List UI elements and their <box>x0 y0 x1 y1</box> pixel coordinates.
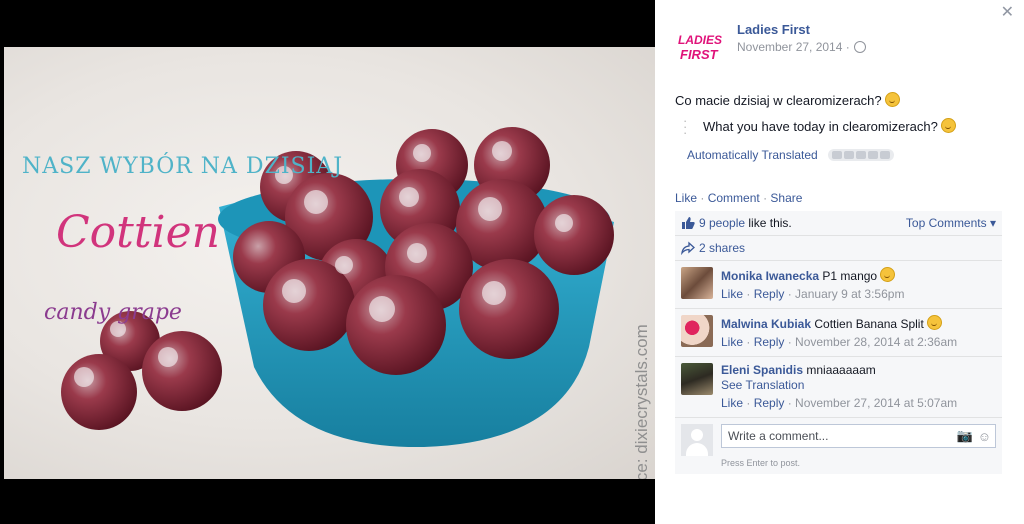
comment-like-button[interactable]: Like <box>721 335 743 349</box>
avatar[interactable] <box>681 363 713 395</box>
comment-text: Cottien Banana Split <box>814 317 924 331</box>
post-detail-pane: ✕ LADIES FIRST Ladies First November 27,… <box>655 0 1024 524</box>
post-message: Co macie dzisiaj w clearomizerach? <box>675 92 901 108</box>
post-actions: Like · Comment · Share <box>675 191 803 205</box>
comment-author[interactable]: Eleni Spanidis <box>721 363 803 377</box>
comment-author[interactable]: Monika Iwanecka <box>721 269 819 283</box>
smile-emoji-icon <box>880 267 896 282</box>
comment-text: mniaaaaaam <box>806 363 876 377</box>
comment-timestamp[interactable]: November 27, 2014 at 5:07am <box>795 396 957 410</box>
page-logo[interactable]: LADIES FIRST <box>675 26 725 68</box>
comment-input[interactable] <box>726 428 952 444</box>
top-comments-label: Top Comments <box>905 216 987 230</box>
thumbs-up-icon <box>682 217 695 229</box>
comment-text: P1 mango <box>822 269 878 283</box>
ufi-panel: 9 people like this. Top Comments ▾ 2 sha… <box>675 211 1002 474</box>
see-translation-link[interactable]: See Translation <box>721 378 804 392</box>
comment-like-button[interactable]: Like <box>721 396 743 410</box>
comment-author[interactable]: Malwina Kubiak <box>721 317 811 331</box>
like-button[interactable]: Like <box>675 191 697 205</box>
photo-subtitle: candy grape <box>44 300 182 325</box>
comment-reply-button[interactable]: Reply <box>754 396 785 410</box>
post-text: Co macie dzisiaj w clearomizerach? <box>675 93 882 108</box>
avatar <box>681 424 713 456</box>
likes-row: 9 people like this. Top Comments ▾ <box>675 211 1002 236</box>
auto-translated-row: Automatically Translated <box>687 148 894 162</box>
avatar[interactable] <box>681 267 713 299</box>
page-name-link[interactable]: Ladies First <box>737 22 810 37</box>
auto-translated-link[interactable]: Automatically Translated <box>687 148 818 162</box>
grapes-illustration <box>61 127 614 448</box>
close-icon[interactable]: ✕ <box>1001 2 1014 22</box>
translation-rating[interactable] <box>827 149 894 161</box>
likes-count-link[interactable]: 9 people <box>699 216 745 230</box>
likes-suffix: like this. <box>748 216 792 230</box>
avatar[interactable] <box>681 315 713 347</box>
top-comments-dropdown[interactable]: Top Comments ▾ <box>906 216 996 230</box>
photo-viewer: NASZ WYBÓR NA DZISIAJ Cottien candy grap… <box>0 0 655 524</box>
comment-button[interactable]: Comment <box>708 191 760 205</box>
globe-icon <box>853 41 866 53</box>
translated-text: What you have today in clearomizerach? <box>703 119 938 134</box>
shares-link[interactable]: 2 shares <box>699 241 745 255</box>
photo-title: NASZ WYBÓR NA DZISIAJ <box>22 154 344 179</box>
share-button[interactable]: Share <box>770 191 802 205</box>
smile-emoji-icon <box>885 92 901 107</box>
comment-reply-button[interactable]: Reply <box>754 335 785 349</box>
comment-input-box[interactable]: 📷 ☺ <box>721 424 996 448</box>
svg-text:LADIES: LADIES <box>678 33 722 47</box>
smiley-icon[interactable]: ☺ <box>978 429 991 444</box>
comment-item: Eleni Spanidis mniaaaaaam See Translatio… <box>675 357 1002 418</box>
post-photo[interactable]: NASZ WYBÓR NA DZISIAJ Cottien candy grap… <box>4 47 655 479</box>
camera-icon[interactable]: 📷 <box>957 428 973 444</box>
composer-hint: Press Enter to post. <box>721 458 801 468</box>
translation-divider: · · · <box>683 113 688 140</box>
comment-item: Monika Iwanecka P1 mango Like · Reply · … <box>675 261 1002 309</box>
photo-brand: Cottien <box>56 207 220 258</box>
post-meta: November 27, 2014 · <box>737 40 866 54</box>
translation-block: · · · What you have today in clearomizerac… <box>683 113 957 140</box>
svg-text:FIRST: FIRST <box>680 47 719 62</box>
smile-emoji-icon <box>941 118 957 133</box>
smile-emoji-icon <box>927 315 943 330</box>
caret-down-icon: ▾ <box>989 216 996 230</box>
comment-composer: 📷 ☺ <box>675 418 1002 458</box>
shares-row: 2 shares <box>675 236 1002 261</box>
comment-like-button[interactable]: Like <box>721 287 743 301</box>
post-date[interactable]: November 27, 2014 · <box>737 40 850 54</box>
comment-item: Malwina Kubiak Cottien Banana Split Like… <box>675 309 1002 357</box>
comment-reply-button[interactable]: Reply <box>754 287 785 301</box>
comment-timestamp[interactable]: January 9 at 3:56pm <box>795 287 904 301</box>
photo-source-credit: Source: dixiecrystals.com <box>632 324 651 479</box>
share-arrow-icon <box>681 241 695 255</box>
comment-timestamp[interactable]: November 28, 2014 at 2:36am <box>795 335 957 349</box>
